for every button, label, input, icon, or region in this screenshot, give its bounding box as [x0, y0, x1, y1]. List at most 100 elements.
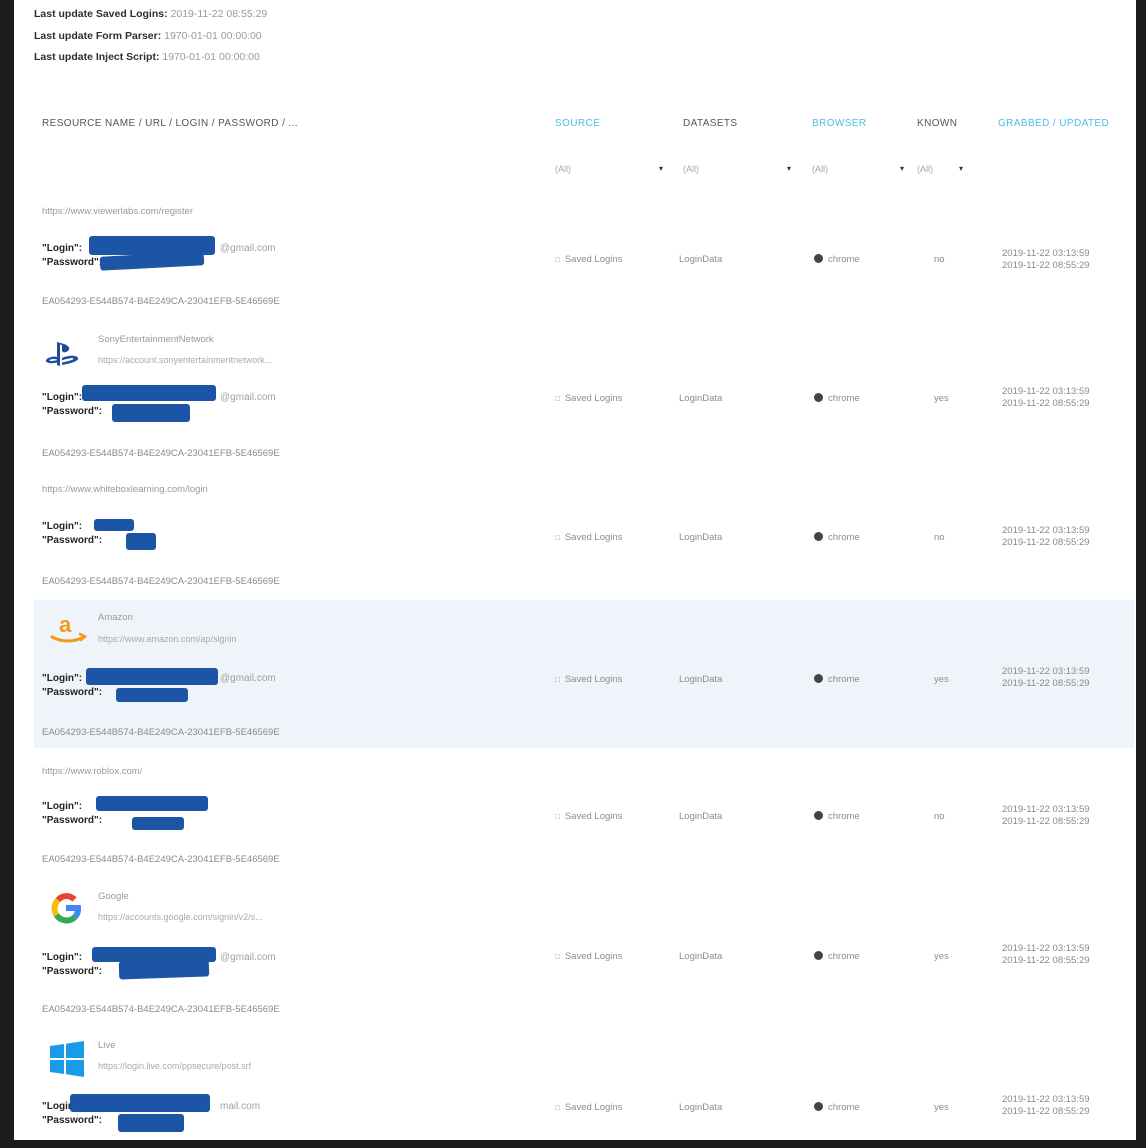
chrome-icon	[814, 1102, 823, 1111]
source-filter-select[interactable]: (All) ▾	[555, 164, 667, 174]
chrome-icon	[814, 811, 823, 820]
resource-url-link[interactable]: https://accounts.google.com/signin/v2/s.…	[98, 910, 263, 924]
column-header-known: KNOWN	[917, 118, 958, 129]
chrome-icon	[814, 393, 823, 402]
amazon-logo-icon: a	[48, 612, 88, 651]
device-hash: EA054293-E544B574-B4E249CA-23041EFB-5E46…	[42, 576, 280, 587]
dataset-cell: LoginData	[679, 811, 723, 822]
browser-cell: chrome	[814, 951, 860, 962]
sort-separator: /	[1052, 118, 1057, 129]
resource-url-link[interactable]: https://login.live.com/ppsecure/post.srf	[98, 1059, 251, 1073]
dates-cell: 2019-11-22 03:13:59 2019-11-22 08:55:29	[1002, 248, 1090, 271]
source-cell: Saved Logins	[555, 532, 623, 543]
grabbed-sort-link[interactable]: GRABBED	[998, 118, 1050, 129]
service-info: Live https://login.live.com/ppsecure/pos…	[98, 1038, 251, 1073]
redacted-password	[132, 817, 184, 830]
source-cell: Saved Logins	[555, 1102, 623, 1113]
resource-url-link[interactable]: https://www.amazon.com/ap/signin	[98, 632, 237, 646]
chevron-down-icon: ▾	[787, 164, 792, 173]
last-update-saved-logins: Last update Saved Logins: 2019-11-22 08:…	[34, 8, 268, 20]
redacted-login	[94, 519, 134, 531]
redacted-login	[86, 668, 218, 685]
redacted-login	[82, 385, 216, 401]
known-cell: yes	[934, 1102, 949, 1113]
service-name: Live	[98, 1040, 116, 1051]
resource-url-link[interactable]: https://www.viewerlabs.com/register	[42, 206, 193, 217]
dates-cell: 2019-11-22 03:13:59 2019-11-22 08:55:29	[1002, 1094, 1090, 1117]
known-cell: no	[934, 532, 945, 543]
dates-cell: 2019-11-22 03:13:59 2019-11-22 08:55:29	[1002, 666, 1090, 689]
column-header-datasets: DATASETS	[683, 118, 738, 129]
dates-cell: 2019-11-22 03:13:59 2019-11-22 08:55:29	[1002, 804, 1090, 827]
browser-cell: chrome	[814, 674, 860, 685]
chrome-icon	[814, 674, 823, 683]
column-header-resource: RESOURCE NAME / URL / LOGIN / PASSWORD /…	[42, 118, 298, 129]
browser-cell: chrome	[814, 811, 860, 822]
known-cell: no	[934, 254, 945, 265]
chevron-down-icon: ▾	[900, 164, 905, 173]
known-cell: yes	[934, 674, 949, 685]
last-update-form-parser: Last update Form Parser: 1970-01-01 00:0…	[34, 30, 262, 42]
resource-url-link[interactable]: https://www.roblox.com/	[42, 766, 142, 777]
svg-text:a: a	[59, 612, 72, 637]
chevron-down-icon: ▾	[959, 164, 964, 173]
service-name: Google	[98, 891, 129, 902]
datasets-filter-select[interactable]: (All) ▾	[683, 164, 795, 174]
browser-cell: chrome	[814, 1102, 860, 1113]
service-info: Amazon https://www.amazon.com/ap/signin	[98, 610, 237, 646]
service-info: SonyEntertainmentNetwork https://account…	[98, 332, 272, 367]
dates-cell: 2019-11-22 03:13:59 2019-11-22 08:55:29	[1002, 386, 1090, 409]
column-header-browser[interactable]: BROWSER	[812, 118, 866, 129]
browser-cell: chrome	[814, 532, 860, 543]
browser-filter-select[interactable]: (All) ▾	[812, 164, 908, 174]
playstation-logo-icon	[44, 340, 80, 373]
service-name: Amazon	[98, 612, 133, 623]
credentials-block: "Login": "Password":	[42, 801, 103, 826]
column-header-grabbed-updated[interactable]: GRABBED / UPDATED	[998, 118, 1109, 129]
last-update-inject-script: Last update Inject Script: 1970-01-01 00…	[34, 51, 260, 63]
device-hash: EA054293-E544B574-B4E249CA-23041EFB-5E46…	[42, 1004, 280, 1015]
known-cell: yes	[934, 393, 949, 404]
device-hash: EA054293-E544B574-B4E249CA-23041EFB-5E46…	[42, 727, 280, 738]
dataset-cell: LoginData	[679, 254, 723, 265]
dataset-cell: LoginData	[679, 951, 723, 962]
logins-report-page: Last update Saved Logins: 2019-11-22 08:…	[14, 0, 1136, 1140]
redacted-login	[96, 796, 208, 811]
known-filter-select[interactable]: (All) ▾	[917, 164, 967, 174]
dates-cell: 2019-11-22 03:13:59 2019-11-22 08:55:29	[1002, 525, 1090, 548]
service-name: SonyEntertainmentNetwork	[98, 334, 214, 345]
redacted-password	[112, 404, 190, 422]
redacted-password	[126, 533, 156, 550]
windows-logo-icon	[48, 1040, 86, 1083]
chrome-icon	[814, 951, 823, 960]
updated-sort-link[interactable]: UPDATED	[1059, 118, 1109, 129]
service-info: Google https://accounts.google.com/signi…	[98, 889, 263, 924]
source-cell: Saved Logins	[555, 951, 623, 962]
source-cell: Saved Logins	[555, 393, 623, 404]
known-cell: yes	[934, 951, 949, 962]
dataset-cell: LoginData	[679, 1102, 723, 1113]
column-header-source[interactable]: SOURCE	[555, 118, 600, 129]
chrome-icon	[814, 532, 823, 541]
dates-cell: 2019-11-22 03:13:59 2019-11-22 08:55:29	[1002, 943, 1090, 966]
source-cell: Saved Logins	[555, 811, 623, 822]
resource-url-link[interactable]: https://www.whiteboxlearning.com/login	[42, 484, 208, 495]
device-hash: EA054293-E544B574-B4E249CA-23041EFB-5E46…	[42, 854, 280, 865]
dataset-cell: LoginData	[679, 532, 723, 543]
redacted-password	[118, 1114, 184, 1132]
redacted-password	[118, 958, 210, 980]
resource-url-link[interactable]: https://account.sonyentertainmentnetwork…	[98, 353, 272, 367]
chevron-down-icon: ▾	[659, 164, 664, 173]
browser-cell: chrome	[814, 393, 860, 404]
redacted-password	[116, 688, 188, 702]
redacted-login	[70, 1094, 210, 1112]
known-cell: no	[934, 811, 945, 822]
device-hash: EA054293-E544B574-B4E249CA-23041EFB-5E46…	[42, 448, 280, 459]
dataset-cell: LoginData	[679, 674, 723, 685]
source-cell: Saved Logins	[555, 674, 623, 685]
google-logo-icon	[48, 890, 84, 931]
browser-cell: chrome	[814, 254, 860, 265]
source-cell: Saved Logins	[555, 254, 623, 265]
chrome-icon	[814, 254, 823, 263]
device-hash: EA054293-E544B574-B4E249CA-23041EFB-5E46…	[42, 296, 280, 307]
